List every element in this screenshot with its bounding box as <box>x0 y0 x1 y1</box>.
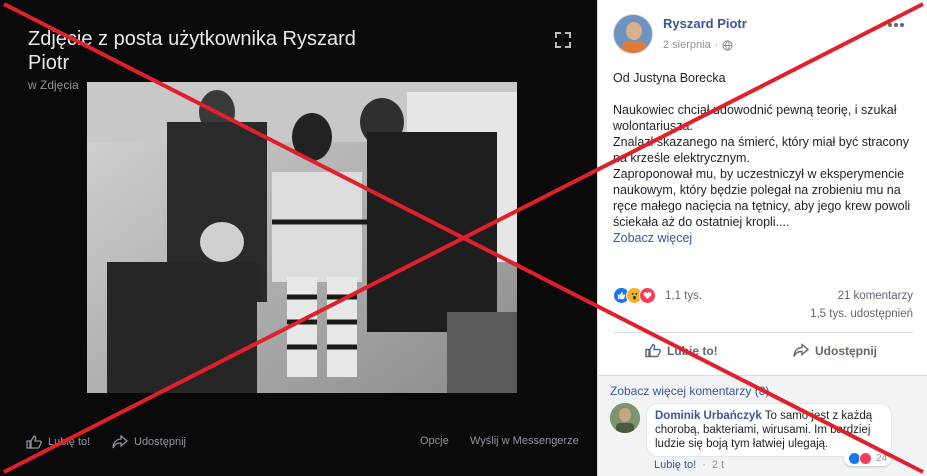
photo-like-button[interactable]: Lubię to! <box>26 435 90 449</box>
post-panel: Ryszard Piotr 2 sierpnia · Od Justyna Bo… <box>597 0 927 476</box>
see-more-comments-link[interactable]: Zobacz więcej komentarzy (8) <box>610 384 769 398</box>
commenter-name-link[interactable]: Dominik Urbańczyk <box>655 410 762 422</box>
photo-image <box>87 82 517 393</box>
send-messenger-button[interactable]: Wyślij w Messengerze <box>470 435 579 447</box>
send-messenger-label: Wyślij w Messengerze <box>470 435 579 447</box>
photo-theater: Zdjęcie z posta użytkownika Ryszard Piot… <box>0 0 597 476</box>
photo-options-button[interactable]: Opcje <box>420 435 449 447</box>
comment-time[interactable]: 2 t <box>712 459 724 471</box>
post-header: Ryszard Piotr 2 sierpnia · <box>613 14 923 54</box>
like-label: Lubię to! <box>667 343 718 358</box>
post-line-4: Zaproponował mu, by uczestniczył w ekspe… <box>613 167 911 229</box>
author-name-link[interactable]: Ryszard Piotr <box>663 16 747 31</box>
divider-top <box>613 332 913 333</box>
photo-title: Zdjęcie z posta użytkownika Ryszard Piot… <box>28 28 356 74</box>
comments-count[interactable]: 21 komentarzy <box>838 290 913 302</box>
reactions-summary: 1,1 tys. 21 komentarzy 1,5 tys. udostępn… <box>613 287 913 320</box>
more-options-icon[interactable] <box>887 22 905 28</box>
post-line-3: Znalazł skazanego na śmierć, który miał … <box>613 135 909 165</box>
commenter-avatar-image <box>610 403 640 433</box>
comment-bubble: Dominik Urbańczyk To samo jest z każdą c… <box>646 403 892 457</box>
share-label: Udostępnij <box>815 343 877 358</box>
comment-love-reaction-icon <box>859 452 872 465</box>
post-line-2: Naukowiec chciał udowodnić pewną teorię,… <box>613 103 897 133</box>
comment-like-button[interactable]: Lubię to! <box>654 459 696 471</box>
post-meta: 2 sierpnia · <box>663 39 734 51</box>
photo-like-label: Lubię to! <box>48 436 91 448</box>
post-date-link[interactable]: 2 sierpnia <box>663 39 711 51</box>
photo-share-button[interactable]: Udostępnij <box>112 435 186 449</box>
photo-action-bar: Lubię to! Udostępnij Opcje Wyślij w Mess… <box>0 428 597 458</box>
photo-options-label: Opcje <box>420 435 449 447</box>
comments-section: Zobacz więcej komentarzy (8) Dominik Urb… <box>598 375 927 476</box>
post-line-blank <box>613 86 913 102</box>
photo-album-link[interactable]: w Zdjęcia <box>28 78 79 92</box>
comment-actions: Lubię to! · 2 t <box>654 459 724 471</box>
fullscreen-icon[interactable] <box>553 30 573 50</box>
photo-share-label: Udostępnij <box>134 436 186 448</box>
commenter-avatar[interactable] <box>610 403 640 433</box>
shares-count[interactable]: 1,5 tys. udostępnień <box>810 308 913 320</box>
thumbs-up-icon <box>645 343 661 358</box>
share-button[interactable]: Udostępnij <box>793 343 877 358</box>
thumbs-up-icon <box>26 435 42 449</box>
reactions-count[interactable]: 1,1 tys. <box>665 290 702 302</box>
reaction-icons[interactable] <box>613 287 656 304</box>
see-more-link[interactable]: Zobacz więcej <box>613 230 913 246</box>
avatar-image <box>614 15 652 53</box>
comment-reactions[interactable]: 24 <box>844 451 892 466</box>
post-actions: Lubię to! Udostępnij <box>613 338 913 366</box>
share-arrow-icon <box>793 343 809 357</box>
comment-separator: · <box>702 459 706 471</box>
meta-separator: · <box>714 39 719 51</box>
share-arrow-icon <box>112 435 128 449</box>
post-photo[interactable] <box>87 82 517 393</box>
screen: Zdjęcie z posta użytkownika Ryszard Piot… <box>0 0 927 476</box>
love-reaction-icon <box>639 287 656 304</box>
post-body: Od Justyna Borecka Naukowiec chciał udow… <box>613 70 913 246</box>
author-avatar[interactable] <box>613 14 653 54</box>
post-line-1: Od Justyna Borecka <box>613 71 726 85</box>
like-button[interactable]: Lubię to! <box>645 343 718 358</box>
globe-icon[interactable] <box>722 39 734 51</box>
comment-reactions-count: 24 <box>876 453 888 464</box>
